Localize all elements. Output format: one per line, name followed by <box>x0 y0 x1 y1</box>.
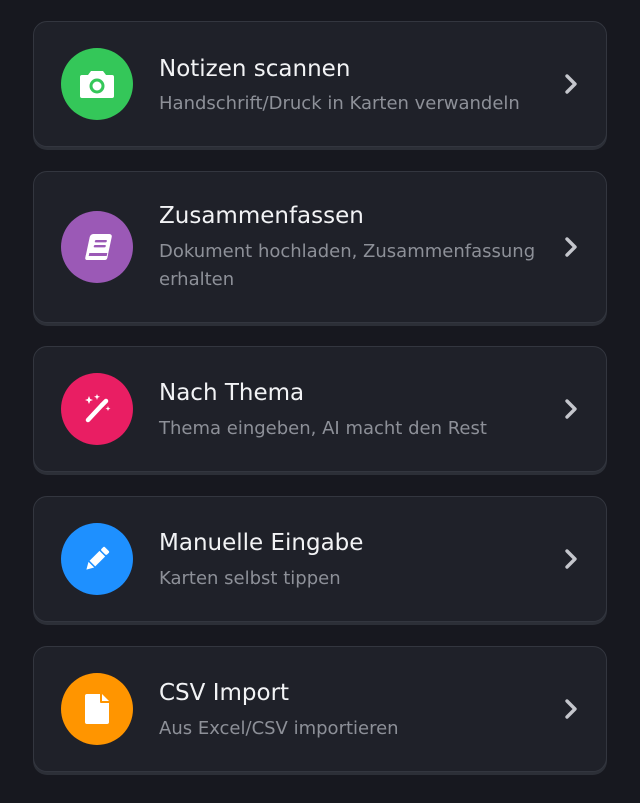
chevron-right-icon <box>565 399 577 419</box>
chevron-right-icon <box>565 74 577 94</box>
csv-import-option[interactable]: CSV Import Aus Excel/CSV importieren <box>33 646 607 772</box>
chevron-right-icon <box>565 549 577 569</box>
option-subtitle: Handschrift/Druck in Karten verwandeln <box>159 93 520 114</box>
option-subtitle: Aus Excel/CSV importieren <box>159 718 399 739</box>
camera-icon <box>61 48 133 120</box>
option-title: Manuelle Eingabe <box>159 530 364 556</box>
magic-wand-icon <box>61 373 133 445</box>
manual-entry-option[interactable]: Manuelle Eingabe Karten selbst tippen <box>33 496 607 622</box>
option-subtitle: Karten selbst tippen <box>159 568 341 589</box>
scan-notes-option[interactable]: Notizen scannen Handschrift/Druck in Kar… <box>33 21 607 147</box>
chevron-right-icon <box>565 699 577 719</box>
option-title: Zusammenfassen <box>159 203 364 229</box>
book-icon <box>61 211 133 283</box>
option-title: Nach Thema <box>159 380 305 406</box>
by-topic-option[interactable]: Nach Thema Thema eingeben, AI macht den … <box>33 346 607 472</box>
option-subtitle: Thema eingeben, AI macht den Rest <box>159 418 487 439</box>
create-options-list: Notizen scannen Handschrift/Druck in Kar… <box>0 0 640 803</box>
option-subtitle: Dokument hochladen, Zusammenfassung erha… <box>159 241 536 290</box>
chevron-right-icon <box>565 237 577 257</box>
option-title: CSV Import <box>159 680 290 706</box>
pencil-icon <box>61 523 133 595</box>
summarize-option[interactable]: Zusammenfassen Dokument hochladen, Zusam… <box>33 171 607 323</box>
file-icon <box>61 673 133 745</box>
option-title: Notizen scannen <box>159 56 351 82</box>
